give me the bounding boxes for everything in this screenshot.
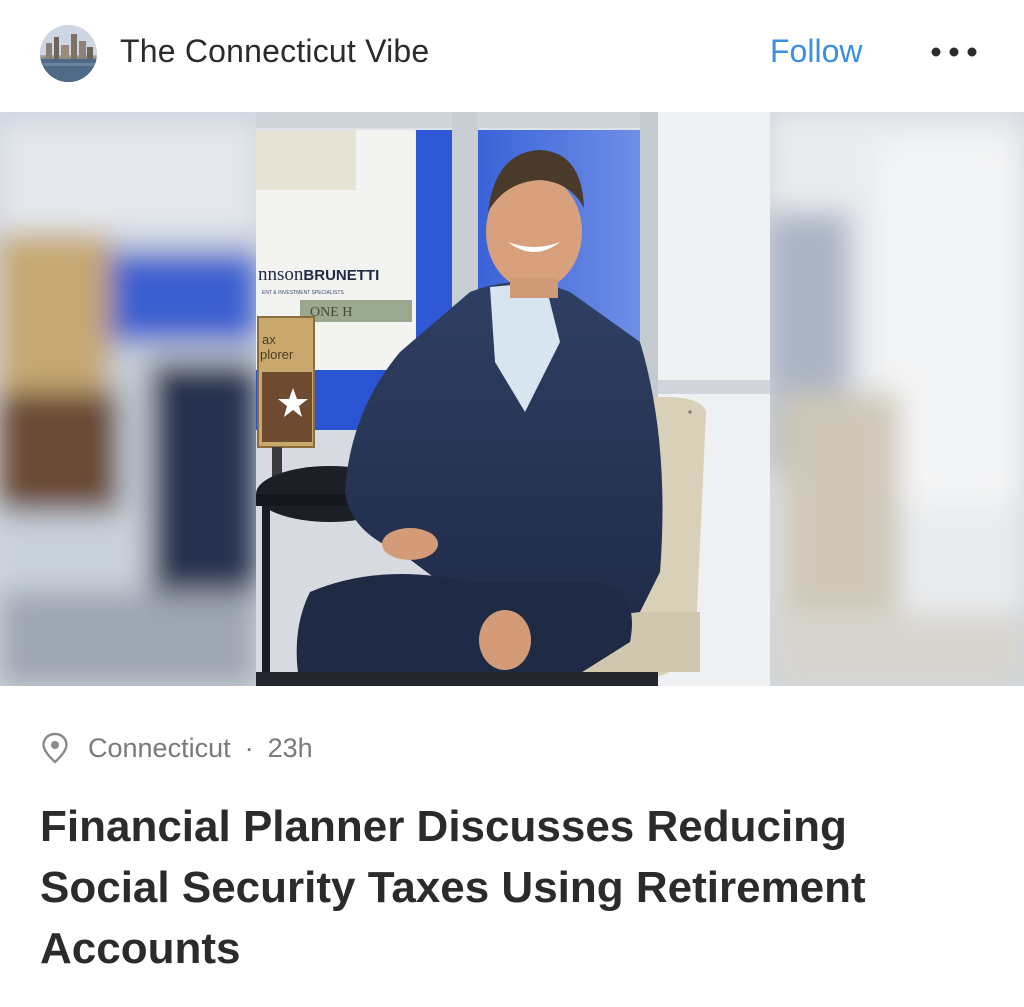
- blurred-background-left: [0, 112, 256, 686]
- svg-text:ax: ax: [262, 332, 276, 347]
- location-pin-icon: [42, 732, 68, 764]
- meta-separator: ·: [244, 732, 254, 763]
- blurred-background-right: [770, 112, 1024, 686]
- more-horizontal-icon[interactable]: [930, 44, 978, 60]
- location-label[interactable]: Connecticut: [88, 733, 231, 764]
- source-name[interactable]: The Connecticut Vibe: [120, 33, 429, 70]
- article-headline[interactable]: Financial Planner Discusses Reducing Soc…: [40, 796, 980, 979]
- post-header: The Connecticut Vibe Follow: [0, 0, 1024, 108]
- source-avatar[interactable]: [40, 25, 97, 82]
- article-hero-image[interactable]: nnsonBRUNETTI ENT & INVESTMENT SPECIALIS…: [0, 112, 1024, 686]
- svg-text:ONE H: ONE H: [310, 305, 352, 320]
- city-skyline-avatar-image: [40, 25, 97, 82]
- sign-text: nnsonBRUNETTI: [258, 264, 379, 285]
- studio-photo: nnsonBRUNETTI ENT & INVESTMENT SPECIALIS…: [256, 112, 770, 686]
- timestamp: 23h: [267, 732, 313, 763]
- post-meta: Connecticut · 23h: [40, 728, 313, 768]
- follow-button[interactable]: Follow: [770, 33, 862, 70]
- sign-subtext: ENT & INVESTMENT SPECIALISTS: [262, 290, 344, 296]
- svg-text:plorer: plorer: [260, 347, 294, 362]
